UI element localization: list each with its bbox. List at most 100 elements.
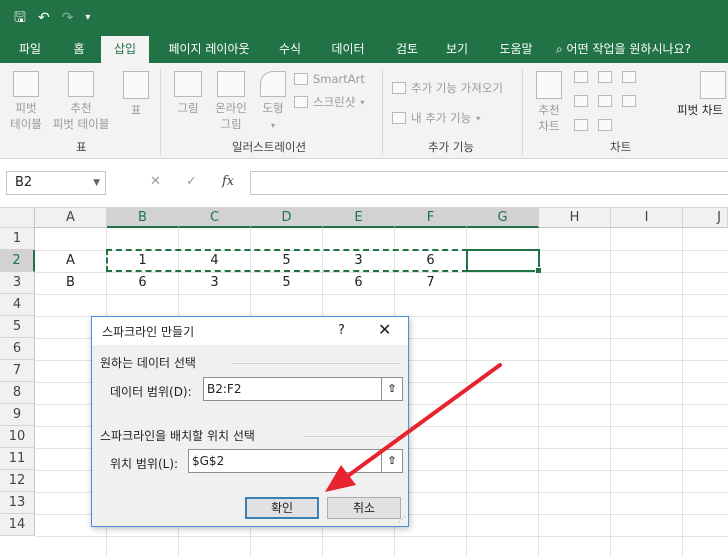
recommended-pivot-icon (68, 71, 94, 97)
column-header-e[interactable]: E (323, 208, 395, 228)
column-header-h[interactable]: H (539, 208, 611, 228)
customize-icon[interactable]: ▾ (85, 8, 90, 28)
pivot-table-label: 피벗 테이블 (10, 101, 42, 131)
gridline (538, 228, 539, 556)
screenshot-button[interactable]: 스크린샷 ▾ (294, 94, 364, 110)
formula-input[interactable] (250, 171, 728, 195)
waterfall-chart-icon[interactable] (598, 95, 612, 107)
row-header-11[interactable]: 11 (0, 448, 35, 470)
pie-chart-icon[interactable] (574, 119, 588, 131)
save-icon[interactable]: 🖫 (14, 8, 26, 28)
undo-icon[interactable]: ↶ (38, 8, 50, 28)
cell-f3[interactable]: 7 (395, 272, 466, 294)
recommended-pivot-label: 추천 피벗 테이블 (52, 101, 110, 131)
copy-marquee (106, 249, 468, 272)
column-header-c[interactable]: C (179, 208, 251, 228)
combo-chart-icon[interactable] (622, 95, 636, 107)
column-header-f[interactable]: F (395, 208, 467, 228)
row-header-14[interactable]: 14 (0, 514, 35, 536)
cell-a2[interactable]: A (35, 250, 106, 272)
name-box[interactable]: B2 ▼ (6, 171, 106, 195)
online-picture-button[interactable]: 온라인 그림 (208, 71, 254, 132)
dialog-title-bar[interactable]: 스파크라인 만들기 ? ✕ (92, 317, 408, 345)
resize-grip-icon[interactable]: ⋰ (398, 515, 406, 524)
line-chart-icon[interactable] (574, 95, 588, 107)
active-cell-g2[interactable] (466, 249, 542, 274)
tab-review[interactable]: 검토 (386, 36, 428, 63)
cell-e3[interactable]: 6 (323, 272, 394, 294)
row-header-3[interactable]: 3 (0, 272, 35, 294)
redo-icon[interactable]: ↷ (62, 8, 74, 28)
tab-home[interactable]: 홈 (60, 36, 98, 63)
insert-function-icon[interactable]: fx (222, 174, 234, 189)
row-header-7[interactable]: 7 (0, 360, 35, 382)
tab-insert[interactable]: 삽입 (101, 36, 149, 63)
row-header-5[interactable]: 5 (0, 316, 35, 338)
screenshot-icon (294, 96, 308, 108)
tab-help[interactable]: 도움말 (488, 36, 544, 63)
hierarchy-chart-icon[interactable] (598, 71, 612, 83)
data-range-input[interactable]: B2:F2 (203, 377, 383, 401)
gridline (35, 536, 728, 537)
picture-button[interactable]: 그림 (170, 71, 206, 116)
tab-page-layout[interactable]: 페이지 레이아웃 (156, 36, 262, 63)
shapes-icon (260, 71, 286, 97)
gridline (466, 228, 467, 556)
row-header-4[interactable]: 4 (0, 294, 35, 316)
row-header-10[interactable]: 10 (0, 426, 35, 448)
tab-formulas[interactable]: 수식 (268, 36, 312, 63)
row-header-9[interactable]: 9 (0, 404, 35, 426)
collapse-dialog-icon[interactable]: ⇧ (381, 449, 403, 473)
row-header-8[interactable]: 8 (0, 382, 35, 404)
column-header-j[interactable]: J (683, 208, 728, 228)
column-header-a[interactable]: A (35, 208, 107, 228)
shapes-button[interactable]: 도형 ▾ (256, 71, 290, 134)
online-picture-label: 온라인 그림 (215, 101, 247, 131)
close-icon[interactable]: ✕ (378, 320, 391, 339)
row-header-1[interactable]: 1 (0, 228, 35, 250)
chevron-down-icon[interactable]: ▼ (93, 172, 100, 194)
column-header-i[interactable]: I (611, 208, 683, 228)
column-header-g[interactable]: G (467, 208, 539, 228)
table-button[interactable]: 표 (118, 71, 154, 118)
tab-file[interactable]: 파일 (8, 36, 52, 63)
pivot-chart-button[interactable]: 피벗 차트 (672, 71, 728, 118)
enter-icon[interactable]: ✓ (186, 174, 197, 189)
select-all-corner[interactable] (0, 208, 35, 228)
get-addins-button[interactable]: 추가 기능 가져오기 (392, 80, 503, 96)
tab-data[interactable]: 데이터 (318, 36, 378, 63)
section-location-label: 스파크라인을 배치할 위치 선택 (100, 429, 255, 443)
my-addins-button[interactable]: 내 추가 기능 ▾ (392, 110, 480, 126)
cell-b3[interactable]: 6 (107, 272, 178, 294)
chevron-down-icon: ▾ (476, 113, 481, 123)
chart-type-row-3 (574, 119, 612, 131)
cancel-icon[interactable]: ✕ (150, 174, 161, 189)
column-header-b[interactable]: B (107, 208, 179, 228)
picture-icon (174, 71, 202, 97)
cell-c3[interactable]: 3 (179, 272, 250, 294)
row-header-2[interactable]: 2 (0, 250, 35, 272)
cancel-button[interactable]: 취소 (327, 497, 401, 519)
statistic-chart-icon[interactable] (622, 71, 636, 83)
column-header-d[interactable]: D (251, 208, 323, 228)
recommended-charts-button[interactable]: 추천 차트 (530, 71, 568, 134)
row-header-12[interactable]: 12 (0, 470, 35, 492)
help-icon[interactable]: ? (338, 323, 345, 338)
row-header-6[interactable]: 6 (0, 338, 35, 360)
smartart-button[interactable]: SmartArt (294, 72, 365, 86)
pivot-table-button[interactable]: 피벗 테이블 (4, 71, 48, 132)
chevron-down-icon: ▾ (360, 97, 365, 107)
collapse-dialog-icon[interactable]: ⇧ (381, 377, 403, 401)
row-header-13[interactable]: 13 (0, 492, 35, 514)
location-range-input[interactable]: $G$2 (188, 449, 383, 473)
column-chart-icon[interactable] (574, 71, 588, 83)
ok-button[interactable]: 확인 (245, 497, 319, 519)
recommended-pivot-button[interactable]: 추천 피벗 테이블 (48, 71, 114, 132)
picture-label: 그림 (177, 101, 199, 115)
cell-a3[interactable]: B (35, 272, 106, 294)
scatter-chart-icon[interactable] (598, 119, 612, 131)
tab-view[interactable]: 보기 (436, 36, 478, 63)
chart-type-row-1 (574, 71, 636, 83)
cell-d3[interactable]: 5 (251, 272, 322, 294)
tell-me-search[interactable]: ⌕ 어떤 작업을 원하시나요? (556, 36, 726, 63)
